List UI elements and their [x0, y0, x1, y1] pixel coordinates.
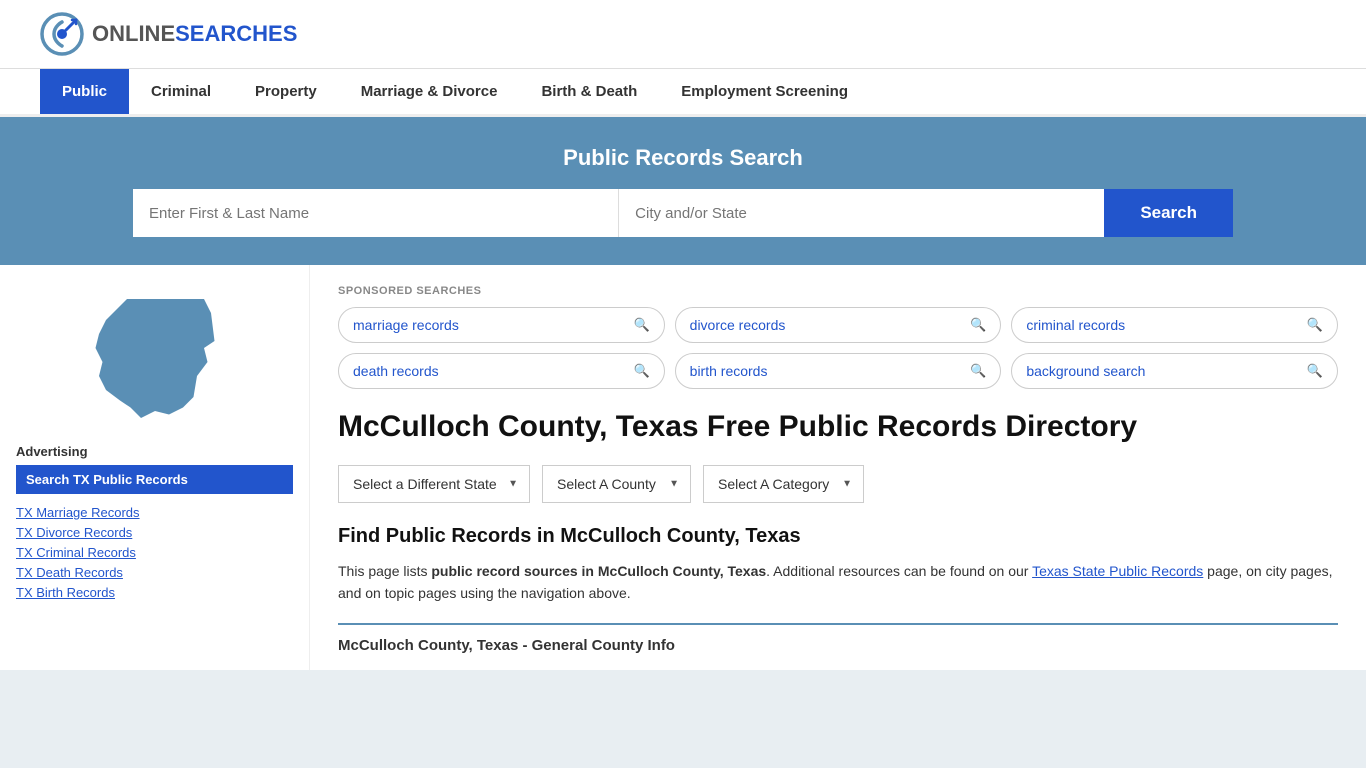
- state-dropdown-wrapper: Select a Different State: [338, 465, 530, 503]
- sidebar-link-item: TX Marriage Records: [16, 504, 293, 520]
- find-section-title: Find Public Records in McCulloch County,…: [338, 525, 1338, 548]
- sidebar-link-divorce[interactable]: TX Divorce Records: [16, 525, 132, 540]
- logo-online: ONLINE: [92, 21, 175, 46]
- sidebar-link-birth[interactable]: TX Birth Records: [16, 585, 115, 600]
- search-icon: 🔍: [633, 317, 649, 333]
- search-icon: 🔍: [970, 363, 986, 379]
- logo-searches: SEARCHES: [175, 21, 297, 46]
- pill-birth-label: birth records: [690, 363, 768, 379]
- nav-public[interactable]: Public: [40, 69, 129, 114]
- texas-state-shape: [85, 285, 225, 425]
- advertising-label: Advertising: [16, 444, 293, 459]
- search-banner: Public Records Search Search: [0, 117, 1366, 265]
- search-icon: 🔍: [633, 363, 649, 379]
- sidebar-links: TX Marriage Records TX Divorce Records T…: [16, 504, 293, 600]
- nav-employment[interactable]: Employment Screening: [659, 69, 870, 114]
- nav-property[interactable]: Property: [233, 69, 339, 114]
- general-info-title: McCulloch County, Texas - General County…: [338, 623, 1338, 654]
- pill-criminal[interactable]: criminal records 🔍: [1011, 307, 1338, 343]
- pill-background[interactable]: background search 🔍: [1011, 353, 1338, 389]
- state-dropdown[interactable]: Select a Different State: [338, 465, 530, 503]
- search-icon: 🔍: [1307, 363, 1323, 379]
- sidebar-link-item: TX Death Records: [16, 564, 293, 580]
- header: ONLINESEARCHES: [0, 0, 1366, 69]
- pill-marriage-label: marriage records: [353, 317, 459, 333]
- sidebar-link-item: TX Birth Records: [16, 584, 293, 600]
- pill-death-label: death records: [353, 363, 439, 379]
- county-dropdown[interactable]: Select A County: [542, 465, 691, 503]
- logo-text: ONLINESEARCHES: [92, 21, 297, 47]
- pill-grid: marriage records 🔍 divorce records 🔍 cri…: [338, 307, 1338, 389]
- search-banner-title: Public Records Search: [40, 145, 1326, 171]
- sidebar-link-death[interactable]: TX Death Records: [16, 565, 123, 580]
- sidebar-link-item: TX Criminal Records: [16, 544, 293, 560]
- sidebar-link-criminal[interactable]: TX Criminal Records: [16, 545, 136, 560]
- county-title: McCulloch County, Texas Free Public Reco…: [338, 409, 1338, 445]
- search-form: Search: [133, 189, 1233, 237]
- find-section-desc: This page lists public record sources in…: [338, 560, 1338, 605]
- find-desc-bold: public record sources in McCulloch Count…: [431, 563, 766, 579]
- find-desc-plain: This page lists: [338, 563, 431, 579]
- sponsored-label: SPONSORED SEARCHES: [338, 285, 1338, 297]
- main-nav: Public Criminal Property Marriage & Divo…: [0, 69, 1366, 117]
- sidebar-link-marriage[interactable]: TX Marriage Records: [16, 505, 140, 520]
- location-input[interactable]: [619, 189, 1104, 237]
- name-input[interactable]: [133, 189, 619, 237]
- ad-button[interactable]: Search TX Public Records: [16, 465, 293, 494]
- dropdowns-row: Select a Different State Select A County…: [338, 465, 1338, 503]
- nav-birth-death[interactable]: Birth & Death: [519, 69, 659, 114]
- search-button[interactable]: Search: [1104, 189, 1233, 237]
- pill-criminal-label: criminal records: [1026, 317, 1125, 333]
- category-dropdown[interactable]: Select A Category: [703, 465, 864, 503]
- logo: ONLINESEARCHES: [40, 12, 297, 56]
- pill-background-label: background search: [1026, 363, 1145, 379]
- logo-icon: [40, 12, 84, 56]
- sidebar: Advertising Search TX Public Records TX …: [0, 265, 310, 670]
- find-desc-after: . Additional resources can be found on o…: [766, 563, 1032, 579]
- pill-marriage[interactable]: marriage records 🔍: [338, 307, 665, 343]
- content-area: SPONSORED SEARCHES marriage records 🔍 di…: [310, 265, 1366, 670]
- pill-birth[interactable]: birth records 🔍: [675, 353, 1002, 389]
- sidebar-link-item: TX Divorce Records: [16, 524, 293, 540]
- main-container: Advertising Search TX Public Records TX …: [0, 265, 1366, 670]
- pill-death[interactable]: death records 🔍: [338, 353, 665, 389]
- pill-divorce-label: divorce records: [690, 317, 786, 333]
- county-dropdown-wrapper: Select A County: [542, 465, 691, 503]
- search-icon: 🔍: [1307, 317, 1323, 333]
- category-dropdown-wrapper: Select A Category: [703, 465, 864, 503]
- nav-marriage-divorce[interactable]: Marriage & Divorce: [339, 69, 520, 114]
- search-icon: 🔍: [970, 317, 986, 333]
- nav-criminal[interactable]: Criminal: [129, 69, 233, 114]
- pill-divorce[interactable]: divorce records 🔍: [675, 307, 1002, 343]
- texas-map: [16, 285, 293, 428]
- texas-state-link[interactable]: Texas State Public Records: [1032, 563, 1203, 579]
